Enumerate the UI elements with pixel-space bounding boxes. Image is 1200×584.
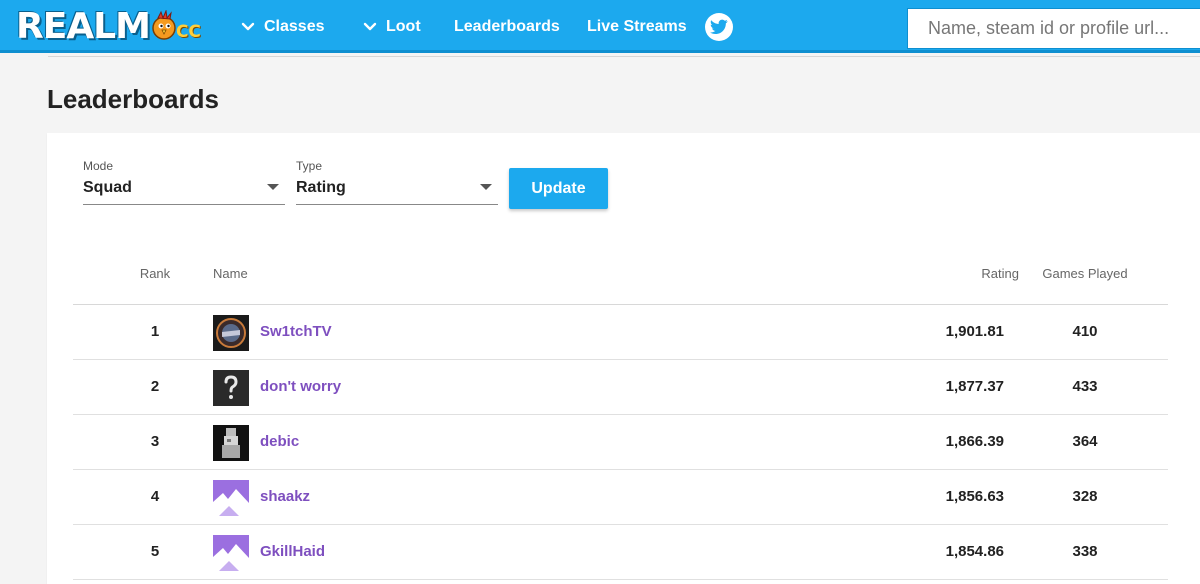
player-search-input[interactable] — [907, 8, 1200, 49]
nav-live-streams-label: Live Streams — [587, 17, 687, 35]
games-played-cell: 433 — [1072, 378, 1098, 395]
type-select[interactable]: Type Rating — [296, 157, 498, 205]
nav-loot-label: Loot — [386, 17, 421, 35]
table-row[interactable]: 4 shaakz 1,856.63 328 — [73, 470, 1168, 525]
games-played-cell: 328 — [1072, 488, 1098, 505]
rating-cell: 1,901.81 — [945, 323, 1004, 340]
table-row[interactable]: 1 Sw1tchTV 1,901.81 410 — [73, 305, 1168, 360]
header-divider — [48, 56, 1200, 57]
rank-cell: 2 — [150, 378, 160, 395]
rank-cell: 1 — [150, 323, 160, 340]
nav-leaderboards-label: Leaderboards — [454, 17, 560, 35]
mode-value: Squad — [83, 179, 132, 196]
type-label: Type — [296, 159, 323, 173]
caret-down-icon — [480, 184, 492, 190]
player-name-link[interactable]: don't worry — [260, 378, 341, 395]
player-name-link[interactable]: shaakz — [260, 488, 310, 505]
logo-text: REALM — [16, 5, 151, 47]
nav-classes[interactable]: Classes — [240, 0, 325, 53]
nav-loot[interactable]: Loot — [362, 0, 421, 53]
mode-label: Mode — [83, 159, 114, 173]
games-played-cell: 364 — [1072, 433, 1098, 450]
default-purple-avatar[interactable] — [213, 480, 249, 516]
header-rank[interactable]: Rank — [133, 266, 177, 281]
rank-cell: 3 — [150, 433, 160, 450]
player-name-link[interactable]: debic — [260, 433, 299, 450]
page-title: Leaderboards — [47, 84, 219, 114]
leaderboard-card: Mode Squad Type Rating Update Rank Name … — [47, 133, 1200, 584]
mode-select[interactable]: Mode Squad — [83, 157, 285, 205]
rating-cell: 1,854.86 — [945, 543, 1004, 560]
rating-cell: 1,866.39 — [945, 433, 1004, 450]
chevron-down-icon — [363, 22, 377, 30]
rank-cell: 4 — [150, 488, 160, 505]
site-logo[interactable]: REALM CC — [16, 5, 201, 47]
header-games-played[interactable]: Games Played — [1033, 266, 1137, 281]
player-name-link[interactable]: GkillHaid — [260, 543, 325, 560]
twitter-link[interactable] — [705, 13, 733, 41]
nav-leaderboards[interactable]: Leaderboards — [454, 0, 560, 53]
logo-suffix: CC — [175, 22, 201, 42]
player-name-link[interactable]: Sw1tchTV — [260, 323, 332, 340]
rank-cell: 5 — [150, 543, 160, 560]
twitter-icon — [710, 19, 728, 35]
rating-cell: 1,856.63 — [945, 488, 1004, 505]
update-button[interactable]: Update — [509, 168, 608, 209]
default-purple-avatar[interactable] — [213, 535, 249, 571]
debic-avatar[interactable] — [213, 425, 249, 461]
games-played-cell: 338 — [1072, 543, 1098, 560]
rating-cell: 1,877.37 — [945, 378, 1004, 395]
caret-down-icon — [267, 184, 279, 190]
type-value: Rating — [296, 179, 346, 196]
table-header: Rank Name Rating Games Played — [73, 253, 1168, 305]
table-row[interactable]: 3 debic 1,866.39 364 — [73, 415, 1168, 470]
switchtv-avatar[interactable] — [213, 315, 249, 351]
header-name[interactable]: Name — [213, 266, 248, 281]
games-played-cell: 410 — [1072, 323, 1098, 340]
question-mark-avatar[interactable] — [213, 370, 249, 406]
table-row[interactable]: 5 GkillHaid 1,854.86 338 — [73, 525, 1168, 580]
header-rating[interactable]: Rating — [933, 266, 1019, 281]
table-row[interactable]: 2 don't worry 1,877.37 433 — [73, 360, 1168, 415]
chevron-down-icon — [241, 22, 255, 30]
nav-live-streams[interactable]: Live Streams — [587, 0, 687, 53]
nav-classes-label: Classes — [264, 17, 325, 35]
